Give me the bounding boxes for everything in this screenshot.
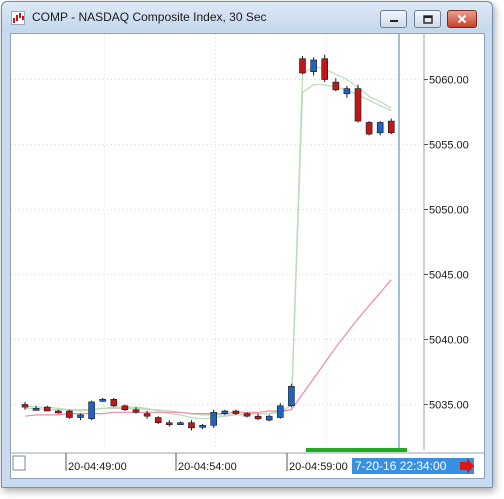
- moving-average-line: [25, 84, 392, 416]
- candle-body-down: [43, 406, 51, 412]
- candle-body-down: [121, 405, 129, 410]
- candlestick-chart[interactable]: 5035.00 5040.00 5045.00 5050.00 5055.00 5060.…: [11, 34, 484, 478]
- candle[interactable]: [376, 121, 384, 136]
- candle-body-down: [321, 58, 329, 80]
- candle[interactable]: [343, 86, 351, 98]
- candle[interactable]: [188, 420, 195, 431]
- candle[interactable]: [166, 420, 173, 427]
- time-tick-label: 20-04:49:00: [68, 461, 127, 473]
- candle[interactable]: [154, 416, 162, 424]
- maximize-icon: [422, 14, 433, 24]
- candle-body-up: [276, 405, 284, 418]
- candle-body-down: [243, 413, 251, 417]
- candle-body-down: [232, 410, 240, 414]
- candle[interactable]: [321, 54, 329, 83]
- candle[interactable]: [254, 413, 262, 421]
- maximize-button[interactable]: [414, 10, 441, 28]
- candle-body-down: [132, 409, 140, 413]
- price-tick-label: 5040.00: [429, 335, 469, 347]
- candle-body-up: [99, 398, 106, 402]
- candle-body-down: [110, 398, 118, 407]
- candle-body-up: [265, 415, 273, 421]
- candle-body-down: [21, 404, 29, 408]
- candle-body-down: [354, 88, 362, 122]
- scroll-box[interactable]: [12, 455, 26, 471]
- price-tick-label: 5055.00: [429, 140, 469, 152]
- candle-body-down: [332, 81, 340, 91]
- candle[interactable]: [299, 56, 306, 75]
- candle-body-up: [221, 410, 229, 414]
- moving-average-line: [24, 279, 392, 417]
- price-tick-label: 5050.00: [429, 205, 469, 217]
- price-axis: 5035.00 5040.00 5045.00 5050.00 5055.00 5060.…: [424, 75, 469, 412]
- candle-body-up: [376, 122, 384, 134]
- candle-body-down: [166, 422, 173, 426]
- candle[interactable]: [88, 400, 95, 421]
- price-tick-label: 5060.00: [429, 75, 469, 87]
- time-tick-label: 20-04:59:00: [289, 461, 348, 473]
- candle-body-up: [88, 401, 95, 420]
- title-bar[interactable]: COMP - NASDAQ Composite Index, 30 Sec: [2, 2, 492, 32]
- candle-body-up: [310, 59, 317, 72]
- candle-body-down: [154, 417, 162, 423]
- window-title: COMP - NASDAQ Composite Index, 30 Sec: [32, 10, 267, 24]
- candle-body-up: [177, 422, 184, 426]
- candle-body-up: [77, 414, 84, 418]
- close-button[interactable]: [447, 10, 477, 28]
- candle-body-up: [32, 408, 40, 411]
- moving-average-line: [24, 65, 392, 420]
- candle-body-up: [288, 385, 295, 407]
- candle-body-down: [299, 58, 306, 74]
- session-bar: [306, 448, 407, 452]
- candle[interactable]: [276, 403, 284, 419]
- candle[interactable]: [66, 409, 73, 419]
- candles: [21, 54, 395, 431]
- candle[interactable]: [110, 398, 118, 408]
- candle-body-down: [188, 422, 195, 429]
- minimize-button[interactable]: [380, 10, 407, 28]
- candle[interactable]: [199, 424, 206, 430]
- chart-client-area: 5035.00 5040.00 5045.00 5050.00 5055.00 5060.…: [10, 33, 485, 479]
- candle[interactable]: [288, 383, 295, 408]
- candle-body-down: [387, 120, 395, 134]
- candle[interactable]: [387, 118, 395, 135]
- candle[interactable]: [121, 404, 129, 412]
- close-icon: [457, 14, 467, 24]
- candle-body-down: [365, 122, 373, 135]
- candle[interactable]: [310, 57, 317, 76]
- candle[interactable]: [332, 78, 340, 92]
- candle[interactable]: [77, 413, 84, 421]
- time-tick-label: 20-04:54:00: [178, 461, 237, 473]
- candle-body-down: [254, 415, 262, 420]
- candle[interactable]: [265, 414, 273, 422]
- price-tick-label: 5035.00: [429, 400, 469, 412]
- candle-body-down: [66, 410, 73, 418]
- chart-app-icon: [11, 11, 25, 25]
- chart-window: COMP - NASDAQ Composite Index, 30 Sec 50…: [1, 1, 493, 488]
- candle-body-down: [54, 410, 62, 414]
- price-tick-label: 5045.00: [429, 270, 469, 282]
- candle[interactable]: [177, 421, 184, 426]
- candle-body-down: [143, 413, 151, 417]
- crosshair-time-label: 7-20-16 22:34:00: [355, 459, 447, 473]
- moving-average-lines: [24, 65, 392, 420]
- candle-body-up: [199, 424, 206, 428]
- candle[interactable]: [365, 121, 373, 136]
- candle-body-up: [343, 88, 351, 95]
- candle-body-up: [210, 411, 217, 426]
- minimize-icon: [389, 20, 398, 22]
- candle[interactable]: [210, 409, 217, 428]
- candle[interactable]: [354, 84, 362, 123]
